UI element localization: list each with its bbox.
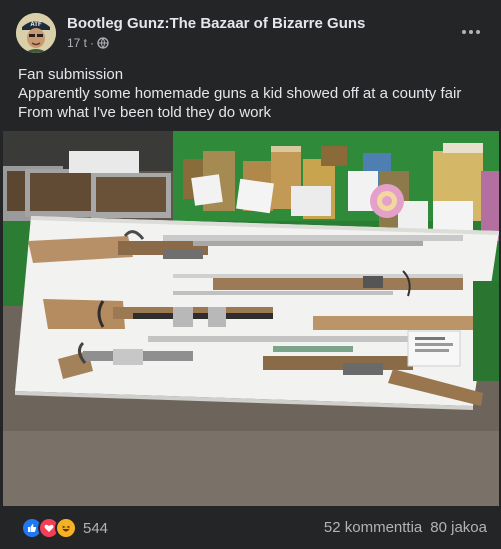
- page-avatar[interactable]: ATF: [16, 13, 56, 53]
- post-text-line: Fan submission: [18, 66, 124, 83]
- post-meta: 17 t ·: [67, 36, 109, 50]
- reactions-summary[interactable]: 544: [21, 517, 108, 539]
- post-timestamp[interactable]: 17 t: [67, 36, 87, 50]
- more-options-icon[interactable]: [457, 18, 485, 46]
- reaction-count: 544: [83, 519, 109, 537]
- comments-count-link[interactable]: 52 kommenttia: [324, 519, 422, 536]
- post-text-line: From what I've been told they do work: [18, 104, 271, 121]
- post-photo[interactable]: [3, 131, 499, 506]
- shares-count-link[interactable]: 80 jakoa: [430, 519, 487, 536]
- page-name-link[interactable]: Bootleg Gunz:The Bazaar of Bizarre Guns: [67, 15, 365, 32]
- post-footer: 544 52 kommenttia 80 jakoa: [0, 508, 501, 549]
- post-header: ATF Bootleg Gunz:The Bazaar of Bizarre G…: [0, 0, 501, 62]
- post-text: Fan submission Apparently some homemade …: [18, 65, 488, 122]
- svg-text:ATF: ATF: [30, 22, 42, 28]
- meta-separator: ·: [90, 36, 95, 50]
- globe-icon: [97, 37, 109, 49]
- footer-stats: 52 kommenttia 80 jakoa: [324, 519, 487, 536]
- post-text-line: Apparently some homemade guns a kid show…: [18, 85, 462, 102]
- haha-icon: [55, 517, 77, 539]
